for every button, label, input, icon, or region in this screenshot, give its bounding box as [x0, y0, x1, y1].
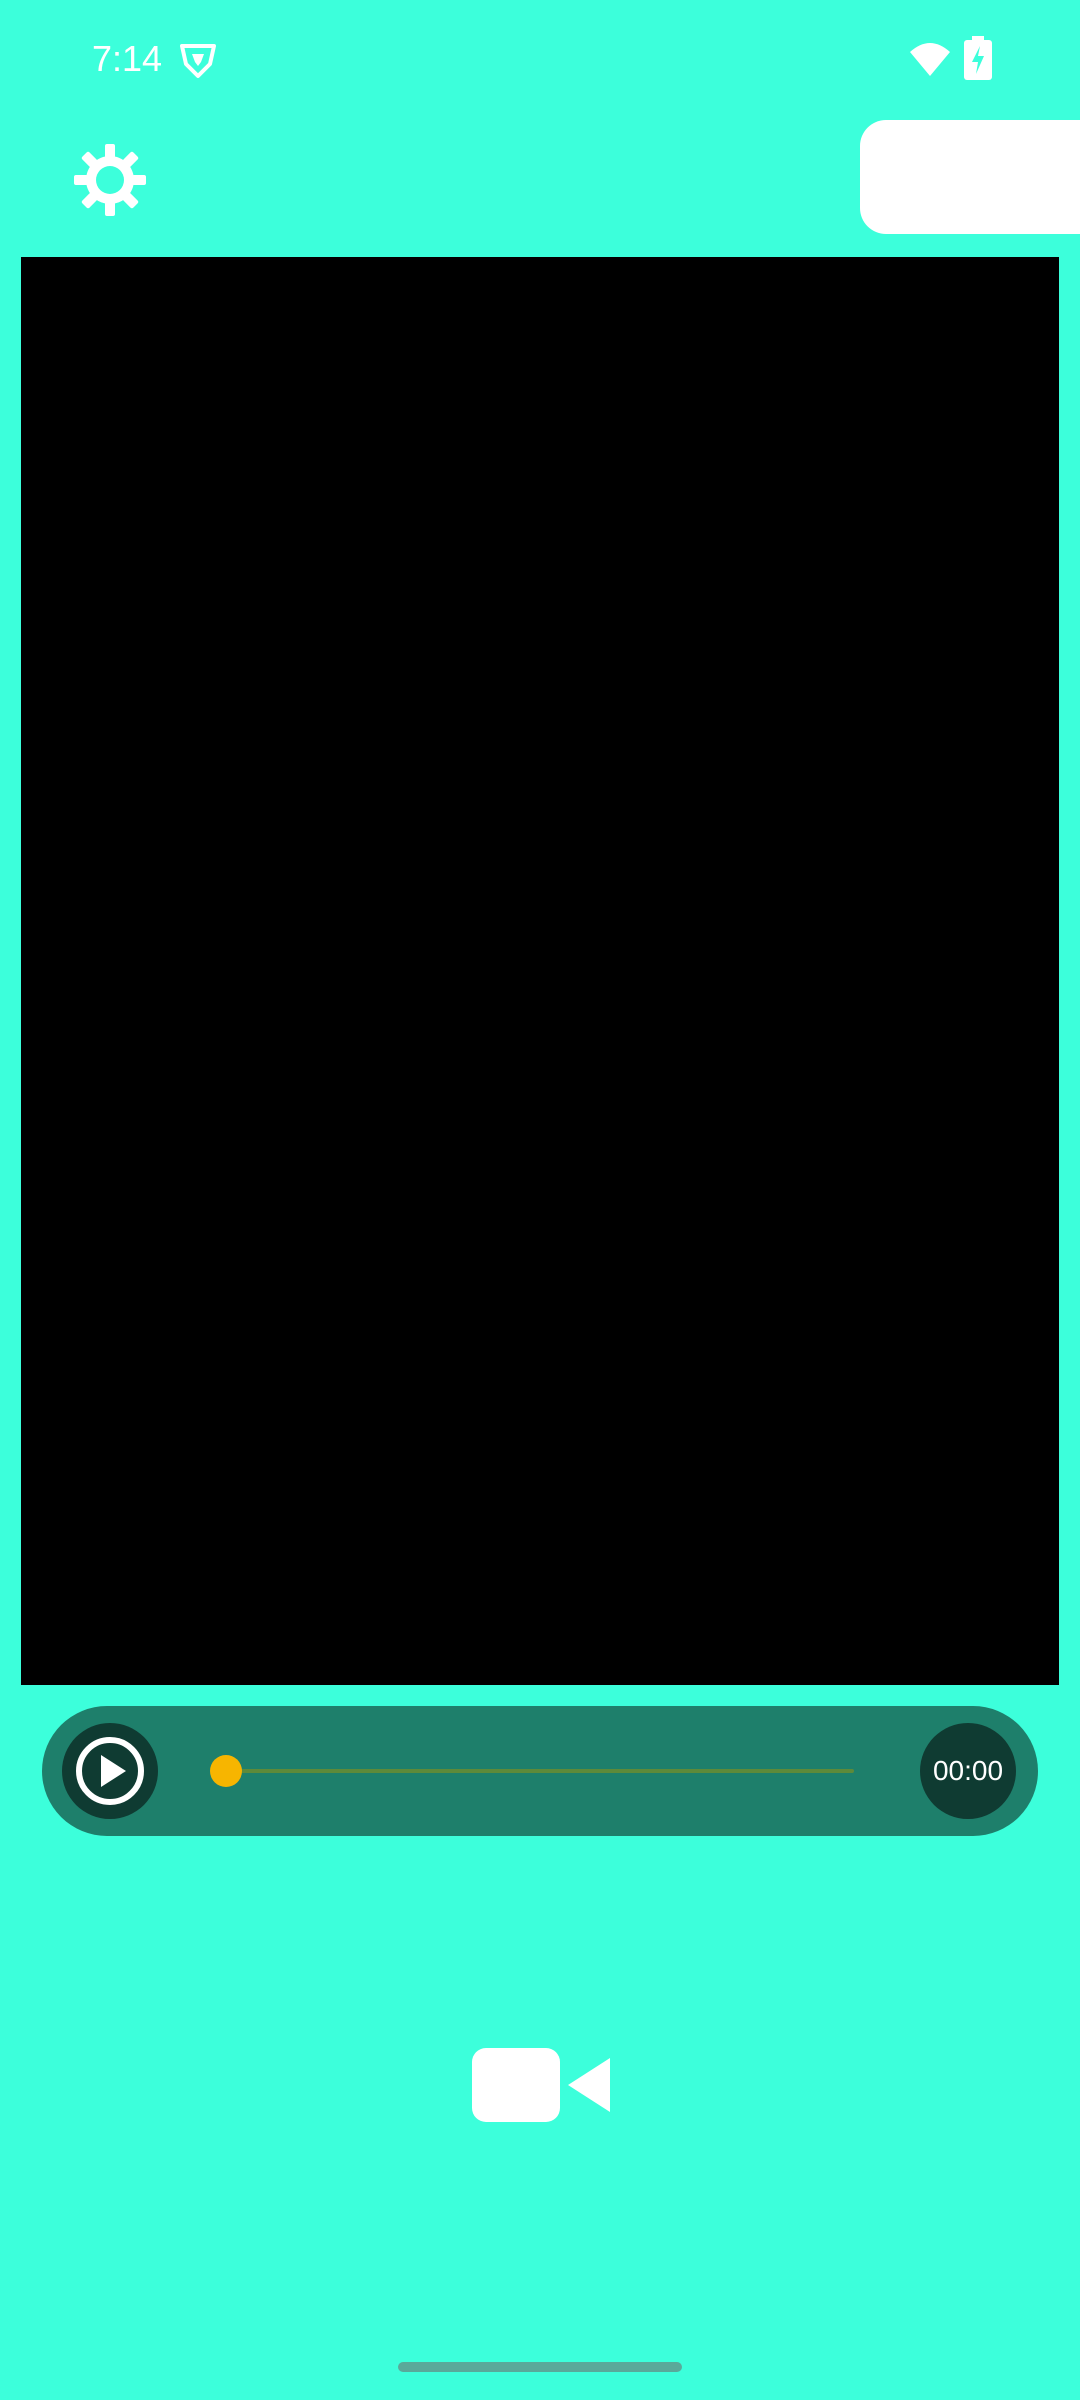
player-controls: 00:00: [42, 1706, 1038, 1836]
play-button[interactable]: [62, 1723, 158, 1819]
status-bar: 7:14: [0, 0, 1080, 120]
top-right-button[interactable]: [860, 120, 1080, 234]
wifi-icon: [910, 43, 950, 76]
settings-button[interactable]: [70, 140, 150, 220]
home-indicator[interactable]: [398, 2362, 682, 2372]
video-preview[interactable]: [21, 257, 1059, 1685]
record-video-button[interactable]: [470, 2046, 612, 2124]
time-display: 00:00: [920, 1723, 1016, 1819]
seek-thumb[interactable]: [210, 1755, 242, 1787]
shield-icon: [180, 44, 216, 78]
top-bar: [0, 120, 1080, 250]
seek-bar[interactable]: [226, 1769, 854, 1773]
status-time: 7:14: [92, 38, 163, 79]
video-camera-icon: [472, 2048, 610, 2122]
battery-charging-icon: [964, 36, 992, 80]
play-icon: [76, 1737, 144, 1805]
gear-icon: [74, 144, 146, 216]
